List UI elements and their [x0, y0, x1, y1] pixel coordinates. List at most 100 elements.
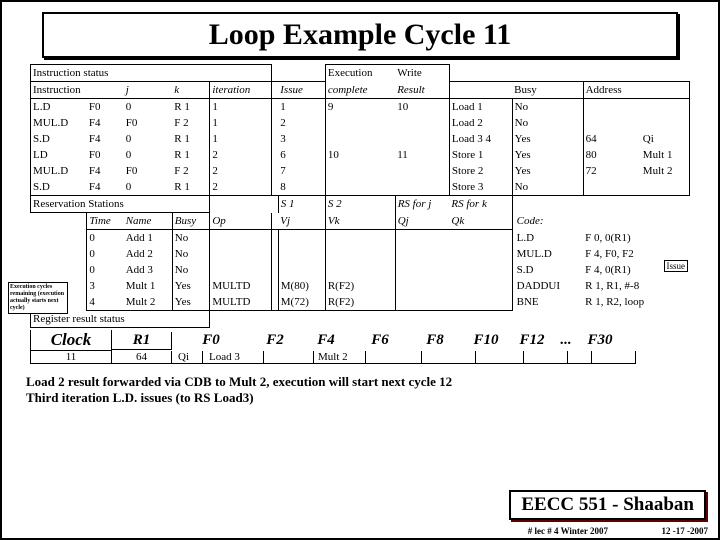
rs-vj: M(80): [278, 278, 325, 294]
unit: Load 1: [449, 99, 512, 116]
op: LD: [31, 147, 87, 163]
rs-qk: [449, 262, 512, 278]
issue-note: Issue: [664, 260, 689, 272]
op: MUL.D: [31, 163, 87, 179]
busy: No: [512, 179, 583, 196]
code-instr: S.D: [512, 262, 583, 278]
instruction-col: Instruction: [31, 82, 124, 99]
op: MUL.D: [31, 115, 87, 131]
j: 0: [124, 147, 173, 163]
rs-busy: No: [172, 230, 210, 247]
rs-qj: [395, 262, 449, 278]
dst: F4: [87, 163, 124, 179]
s2-hdr: S 2: [325, 196, 395, 213]
code-args: F 0, 0(R1): [583, 230, 689, 247]
rs-name: Mult 1: [124, 278, 173, 294]
page-date: 12 -17 -2007: [662, 526, 709, 536]
clock-val: 11: [30, 351, 112, 364]
reg-dots: ...: [554, 332, 578, 349]
reg-f4: F4: [300, 332, 352, 349]
j: 0: [124, 99, 173, 116]
reg-f6: F6: [352, 332, 408, 349]
r1-val: 64: [112, 351, 172, 364]
rs-time: 0: [87, 230, 124, 247]
k: F 2: [172, 163, 210, 179]
rs-vj: [278, 246, 325, 262]
rs-busy: No: [172, 246, 210, 262]
iter: 2: [210, 179, 271, 196]
reg-f30: F30: [578, 332, 622, 349]
addr: [583, 179, 641, 196]
time-hdr: Time: [87, 213, 124, 230]
rs-vj: [278, 230, 325, 247]
rs-title: Reservation Stations: [31, 196, 210, 213]
addr: [583, 115, 641, 131]
unit: Store 1: [449, 147, 512, 163]
rs-busy: Yes: [172, 278, 210, 294]
complete-col: complete: [325, 82, 395, 99]
j: 0: [124, 131, 173, 147]
k: F 2: [172, 115, 210, 131]
vj-hdr: Vj: [278, 213, 325, 230]
rs-vj: M(72): [278, 294, 325, 311]
iter: 1: [210, 131, 271, 147]
rs-vk: R(F2): [325, 278, 395, 294]
op: S.D: [31, 179, 87, 196]
j: F0: [124, 163, 173, 179]
rs-name: Add 2: [124, 246, 173, 262]
wr: [395, 115, 449, 131]
reg-f10: F10: [462, 332, 510, 349]
unit: Store 2: [449, 163, 512, 179]
instr-status-hdr: Instruction status: [31, 65, 272, 82]
exec: [325, 163, 395, 179]
op: L.D: [31, 99, 87, 116]
rs-op: [210, 230, 271, 247]
exec: [325, 115, 395, 131]
reg-f12: F12: [510, 332, 554, 349]
wr: 10: [395, 99, 449, 116]
unit: Load 2: [449, 115, 512, 131]
rsk-hdr: RS for k: [449, 196, 512, 213]
exec: 10: [325, 147, 395, 163]
reg-f0: F0: [186, 332, 236, 349]
busy-hdr: Busy: [172, 213, 210, 230]
code-instr: L.D: [512, 230, 583, 247]
code-args: R 1, R2, loop: [583, 294, 689, 311]
op-hdr: Op: [210, 213, 271, 230]
busy: No: [512, 115, 583, 131]
rs-op: MULTD: [210, 294, 271, 311]
rs-name: Mult 2: [124, 294, 173, 311]
k-col: k: [172, 82, 210, 99]
k: R 1: [172, 99, 210, 116]
issue-col: Issue: [278, 82, 325, 99]
iter: 2: [210, 147, 271, 163]
wr: [395, 179, 449, 196]
write-hdr: Write: [395, 65, 449, 82]
iter: 1: [210, 115, 271, 131]
clock-row: Clock R1 F0 F2 F4 F6 F8 F10 F12 ... F30: [30, 330, 690, 351]
rs-vj: [278, 262, 325, 278]
iter: 1: [210, 99, 271, 116]
issue: 2: [278, 115, 325, 131]
extra: Mult 1: [641, 147, 690, 163]
note-line-1: Load 2 result forwarded via CDB to Mult …: [26, 374, 694, 390]
wr: [395, 131, 449, 147]
busy: Yes: [512, 131, 583, 147]
rs-time: 0: [87, 262, 124, 278]
iter: 2: [210, 163, 271, 179]
qi-f4: Mult 2: [314, 351, 366, 364]
rsj-hdr: RS for j: [395, 196, 449, 213]
code-instr: DADDUI: [512, 278, 583, 294]
extra: [641, 179, 690, 196]
exec-cycles-note: Execution cycles remaining (execution ac…: [8, 282, 68, 314]
dst: F4: [87, 131, 124, 147]
unit: Store 3: [449, 179, 512, 196]
rs-vk: [325, 262, 395, 278]
dst: F0: [87, 99, 124, 116]
rs-vk: [325, 230, 395, 247]
exec: [325, 131, 395, 147]
rs-op: MULTD: [210, 278, 271, 294]
rs-qj: [395, 230, 449, 247]
k: R 1: [172, 147, 210, 163]
note-line-2: Third iteration L.D. issues (to RS Load3…: [26, 390, 694, 406]
